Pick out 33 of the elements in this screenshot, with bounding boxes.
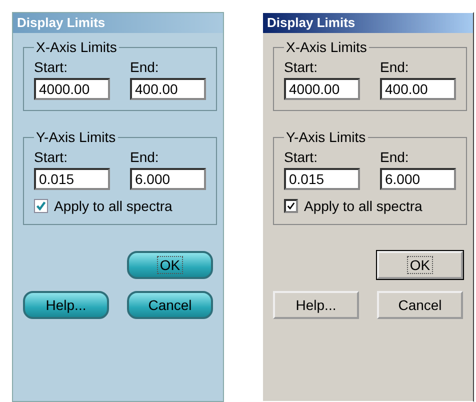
group-title: X-Axis Limits bbox=[35, 39, 118, 55]
input-field[interactable]: 4000.00 bbox=[34, 78, 110, 100]
checkmark-icon bbox=[35, 199, 47, 213]
field-label: End: bbox=[130, 59, 160, 75]
ok-button[interactable]: OK bbox=[127, 251, 213, 279]
field-label: Start: bbox=[284, 149, 318, 165]
dialog-button[interactable]: Cancel bbox=[377, 291, 463, 319]
input-field[interactable]: 6.000 bbox=[380, 168, 456, 190]
input-field[interactable]: 0.015 bbox=[284, 168, 360, 190]
input-field[interactable]: 4000.00 bbox=[284, 78, 360, 100]
input-field[interactable]: 6.000 bbox=[130, 168, 206, 190]
dialog-button[interactable]: Cancel bbox=[127, 291, 213, 319]
field-label: Start: bbox=[284, 59, 318, 75]
checkbox-label[interactable]: Apply to all spectra bbox=[54, 198, 172, 214]
dialog-button[interactable]: Help... bbox=[273, 291, 359, 319]
group-title: Y-Axis Limits bbox=[35, 129, 117, 145]
dialog-title: Display Limits bbox=[13, 13, 223, 33]
input-field[interactable]: 400.00 bbox=[130, 78, 206, 100]
field-label: Start: bbox=[34, 149, 68, 165]
field-label: Start: bbox=[34, 59, 68, 75]
checkbox[interactable] bbox=[34, 199, 48, 213]
input-field[interactable]: 0.015 bbox=[34, 168, 110, 190]
dialog-title: Display Limits bbox=[263, 13, 473, 33]
dialog-button[interactable]: Help... bbox=[23, 291, 109, 319]
field-label: End: bbox=[380, 59, 410, 75]
input-field[interactable]: 400.00 bbox=[380, 78, 456, 100]
field-label: End: bbox=[130, 149, 160, 165]
checkbox[interactable] bbox=[284, 199, 298, 213]
field-label: End: bbox=[380, 149, 410, 165]
group-title: Y-Axis Limits bbox=[285, 129, 367, 145]
ok-button[interactable]: OK bbox=[377, 251, 463, 279]
group-title: X-Axis Limits bbox=[285, 39, 368, 55]
checkbox-label[interactable]: Apply to all spectra bbox=[304, 198, 422, 214]
